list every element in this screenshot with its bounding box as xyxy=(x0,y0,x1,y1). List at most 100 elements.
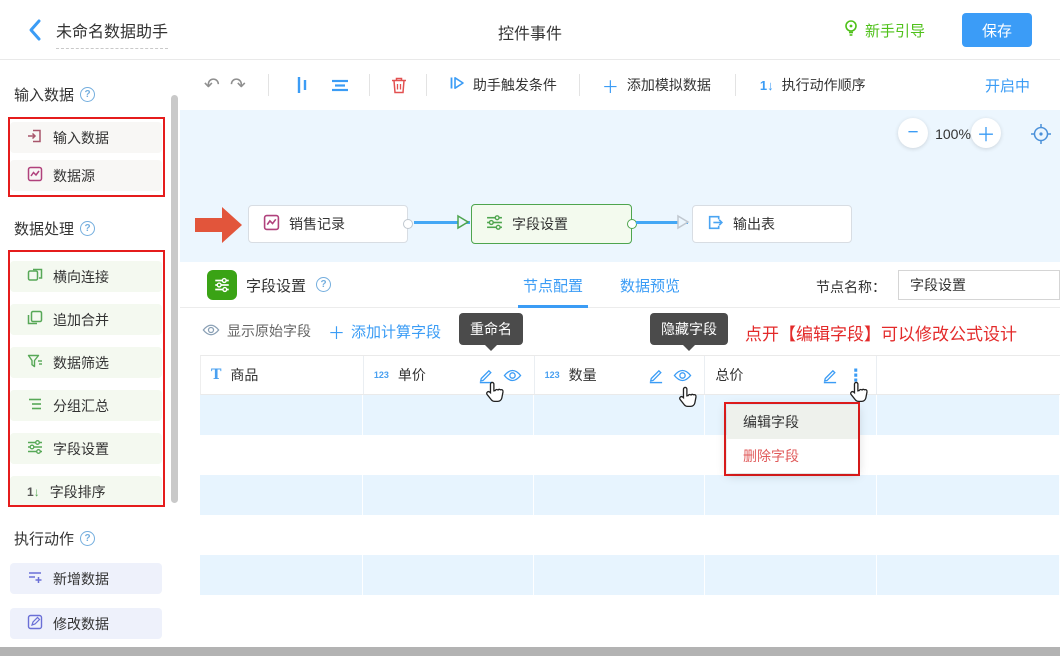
input-port-triangle xyxy=(456,214,470,230)
tab-node-config[interactable]: 节点配置 xyxy=(523,275,583,296)
add-calc-field-button[interactable]: ＋ 添加计算字段 xyxy=(328,319,441,344)
import-data-icon xyxy=(27,128,43,147)
table-row xyxy=(200,555,1060,595)
section-title-input-data: 输入数据 ? xyxy=(14,84,95,105)
tooltip-hide-field: 隐藏字段 xyxy=(650,313,728,345)
edit-field-icon[interactable] xyxy=(477,367,494,384)
more-options-icon[interactable]: ⋮ xyxy=(847,367,864,384)
edit-field-icon[interactable] xyxy=(647,367,664,384)
table-row xyxy=(200,435,1060,475)
zoom-level: 100% xyxy=(931,126,975,142)
section-title-actions: 执行动作 ? xyxy=(14,528,95,549)
number-type-icon: 123 xyxy=(545,370,560,380)
datasource-icon xyxy=(27,166,43,185)
menu-item-edit-field[interactable]: 编辑字段 xyxy=(727,405,858,439)
output-port[interactable] xyxy=(403,219,413,229)
modify-data-icon xyxy=(27,614,43,633)
table-row xyxy=(200,395,1060,435)
sidebar-item-input-data[interactable]: 输入数据 xyxy=(10,122,162,153)
column-header-total-price: 总价 ⋮ xyxy=(705,356,877,394)
save-button[interactable]: 保存 xyxy=(962,13,1032,47)
horizontal-join-icon xyxy=(27,267,43,286)
sidebar-item-field-sort[interactable]: 1↓ 字段排序 xyxy=(10,476,162,507)
column-header-quantity: 123 数量 xyxy=(535,356,706,394)
action-order-button[interactable]: 1↓ 执行动作顺序 xyxy=(760,75,866,95)
plus-icon: ＋ xyxy=(328,319,345,344)
number-type-icon: 123 xyxy=(374,370,389,380)
menu-item-delete-field[interactable]: 删除字段 xyxy=(727,439,858,473)
field-context-menu: 编辑字段 删除字段 xyxy=(727,405,858,473)
plus-icon: ＋ xyxy=(602,73,619,98)
delete-icon[interactable] xyxy=(390,76,408,95)
sidebar-item-modify-data[interactable]: 修改数据 xyxy=(10,608,162,639)
help-icon[interactable]: ? xyxy=(80,221,95,236)
sidebar-item-add-data[interactable]: 新增数据 xyxy=(10,563,162,594)
field-table: T 商品 123 单价 123 数量 xyxy=(200,355,1060,595)
redo-icon[interactable]: ↷ xyxy=(230,76,246,95)
field-sort-icon: 1↓ xyxy=(27,485,40,499)
trigger-condition-button[interactable]: 助手触发条件 xyxy=(449,75,557,96)
column-header-product: T 商品 xyxy=(201,356,364,394)
show-original-fields-toggle[interactable]: 显示原始字段 xyxy=(202,321,311,341)
sidebar-scrollbar[interactable] xyxy=(171,95,178,503)
sidebar-item-field-settings[interactable]: 字段设置 xyxy=(10,433,162,464)
lightbulb-icon xyxy=(843,19,859,41)
align-vertical-icon[interactable] xyxy=(293,76,311,94)
status-badge[interactable]: 开启中 xyxy=(985,75,1030,96)
app-window: 未命名数据助手 控件事件 新手引导 保存 输入数据 ? 输入数据 数据源 xyxy=(0,0,1060,656)
tab-data-preview[interactable]: 数据预览 xyxy=(620,275,680,296)
panel-title: 字段设置 xyxy=(246,275,306,296)
config-panel: 字段设置 ? 节点配置 数据预览 节点名称： 显示原始字段 ＋ 添加计算字段 点… xyxy=(180,262,1060,656)
horizontal-scrollbar[interactable] xyxy=(0,647,1060,656)
sidebar-item-horizontal-join[interactable]: 横向连接 xyxy=(10,261,162,292)
table-header: T 商品 123 单价 123 数量 xyxy=(200,355,1060,395)
pointer-arrow xyxy=(195,207,242,243)
input-port-triangle xyxy=(676,214,690,230)
sidebar-item-datasource[interactable]: 数据源 xyxy=(10,160,162,191)
panel-header: 字段设置 ? 节点配置 数据预览 节点名称： xyxy=(180,262,1060,308)
chart-icon xyxy=(263,214,280,234)
column-header-empty xyxy=(877,356,1060,394)
node-name-input[interactable] xyxy=(898,270,1060,300)
annotation-text: 点开【编辑字段】可以修改公式设计 xyxy=(745,320,1017,345)
node-field-settings[interactable]: 字段设置 xyxy=(471,204,632,244)
data-filter-icon xyxy=(27,353,43,372)
help-icon[interactable]: ? xyxy=(80,87,95,102)
sidebar-item-data-filter[interactable]: 数据筛选 xyxy=(10,347,162,378)
beginner-guide-button[interactable]: 新手引导 xyxy=(843,19,925,41)
zoom-out-button[interactable]: − xyxy=(898,118,928,148)
table-row xyxy=(200,475,1060,515)
field-settings-icon xyxy=(27,439,43,458)
sidebar: 输入数据 ? 输入数据 数据源 数据处理 ? 横向连接 xyxy=(0,60,180,656)
sidebar-item-append-merge[interactable]: 追加合并 xyxy=(10,304,162,335)
output-table-icon xyxy=(707,214,724,234)
flow-canvas[interactable]: − 100% ＋ 销售记录 字段设置 xyxy=(180,110,1060,262)
tooltip-rename: 重命名 xyxy=(459,313,523,345)
undo-icon[interactable]: ↶ xyxy=(204,76,220,95)
locate-icon[interactable] xyxy=(1030,123,1052,150)
sort-order-icon: 1↓ xyxy=(760,78,774,93)
edit-field-icon[interactable] xyxy=(821,367,838,384)
field-settings-app-icon xyxy=(207,270,237,300)
trigger-play-icon xyxy=(449,75,465,96)
top-bar: 未命名数据助手 控件事件 新手引导 保存 xyxy=(0,0,1060,60)
node-sales-record[interactable]: 销售记录 xyxy=(248,205,408,243)
align-horizontal-icon[interactable] xyxy=(331,76,349,94)
eye-icon xyxy=(202,323,220,340)
add-mock-data-button[interactable]: ＋ 添加模拟数据 xyxy=(602,73,711,98)
section-title-data-process: 数据处理 ? xyxy=(14,218,95,239)
sidebar-item-group-summary[interactable]: 分组汇总 xyxy=(10,390,162,421)
add-data-icon xyxy=(27,569,43,588)
hide-field-icon[interactable] xyxy=(503,368,522,383)
canvas-toolbar: ↶ ↷ 助手触发条件 ＋ 添加模拟数据 1↓ 执行动 xyxy=(180,60,1060,110)
append-merge-icon xyxy=(27,310,43,329)
help-icon[interactable]: ? xyxy=(316,277,331,292)
hide-field-icon[interactable] xyxy=(673,368,692,383)
zoom-in-button[interactable]: ＋ xyxy=(971,118,1001,148)
text-type-icon: T xyxy=(211,367,221,383)
node-name-label: 节点名称： xyxy=(816,277,886,297)
sliders-icon xyxy=(486,214,503,234)
node-output-table[interactable]: 输出表 xyxy=(692,205,852,243)
guide-label: 新手引导 xyxy=(865,20,925,41)
help-icon[interactable]: ? xyxy=(80,531,95,546)
